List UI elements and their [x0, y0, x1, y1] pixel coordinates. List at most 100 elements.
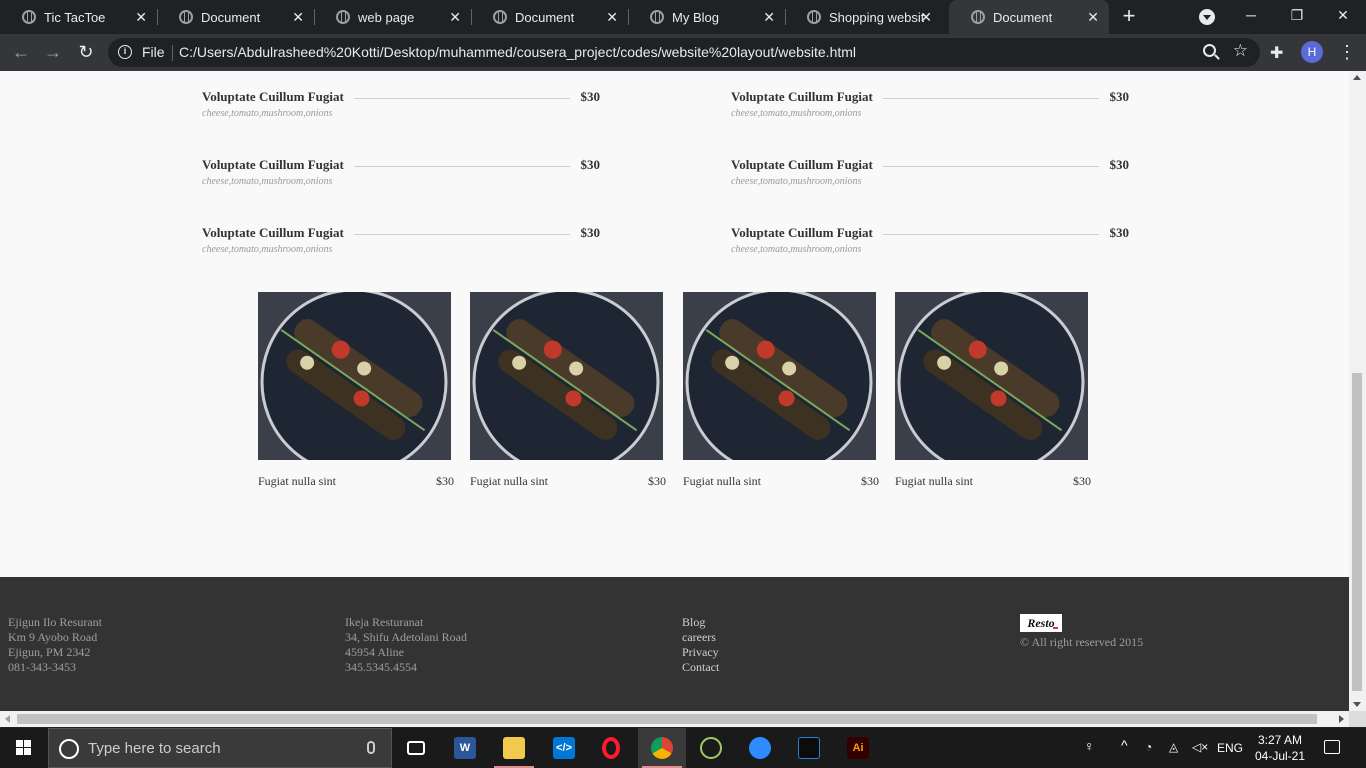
footer-line: Ikeja Resturanat [345, 615, 424, 629]
chevron-up-icon[interactable]: ^ [1121, 737, 1128, 753]
tab-web-page[interactable]: web page ✕ [314, 0, 472, 34]
tab-title: My Blog [672, 9, 719, 25]
tab-document[interactable]: Document ✕ [157, 0, 315, 34]
tab-my-blog[interactable]: My Blog ✕ [628, 0, 786, 34]
people-icon[interactable]: ♀ [1084, 738, 1095, 754]
microphone-icon[interactable] [367, 741, 375, 754]
close-icon[interactable]: ✕ [135, 9, 147, 25]
chrome-button[interactable] [638, 728, 686, 768]
wifi-off-icon[interactable]: ◬ [1169, 740, 1178, 754]
copyright-text: © All right reserved 2015 [1020, 635, 1144, 649]
vertical-scrollbar[interactable] [1349, 71, 1366, 711]
close-icon[interactable]: ✕ [606, 9, 618, 25]
menu-item-description: cheese,tomato,mushroom,onions [202, 176, 333, 187]
kebab-photo [470, 292, 663, 460]
menu-item-price: $30 [1099, 89, 1129, 105]
illustrator-button[interactable]: Ai [834, 728, 882, 768]
footer-address-1: Ejigun Ilo Resurant Km 9 Ayobo Road Ejig… [8, 615, 102, 675]
close-icon[interactable]: ✕ [449, 9, 461, 25]
scroll-left-arrow-icon[interactable] [5, 715, 10, 723]
footer-link-careers[interactable]: careers [682, 630, 719, 645]
menu-item-description: cheese,tomato,mushroom,onions [202, 244, 333, 255]
zoom-icon[interactable] [1203, 44, 1216, 57]
vscode-button[interactable]: </> [540, 728, 588, 768]
footer-link-contact[interactable]: Contact [682, 660, 719, 675]
close-icon[interactable]: ✕ [1087, 9, 1099, 25]
folder-icon [503, 737, 525, 759]
close-icon[interactable]: ✕ [920, 9, 932, 25]
tab-tic-tactoe[interactable]: Tic TacToe ✕ [0, 0, 158, 34]
footer-link-blog[interactable]: Blog [682, 615, 719, 630]
kebab-photo [683, 292, 876, 460]
clock-time: 3:27 AM [1257, 733, 1303, 747]
zoom-app-button[interactable] [736, 728, 784, 768]
footer-links: Blog careers Privacy Contact [682, 615, 719, 675]
file-explorer-button[interactable] [490, 728, 538, 768]
menu-item-name: Voluptate Cuillum Fugiat [202, 157, 354, 173]
minimize-button[interactable]: ─ [1228, 0, 1274, 32]
tab-document[interactable]: Document ✕ [471, 0, 629, 34]
back-button[interactable]: ← [8, 40, 34, 66]
menu-item-dotted-line [352, 166, 570, 167]
menu-item-dotted-line [881, 234, 1099, 235]
task-view-button[interactable] [392, 728, 440, 768]
scrollbar-thumb[interactable] [17, 714, 1317, 724]
game-bar-button[interactable] [687, 728, 735, 768]
menu-item-price: $30 [1099, 225, 1129, 241]
language-indicator[interactable]: ENG [1217, 741, 1243, 755]
scrollbar-thumb[interactable] [1352, 373, 1362, 691]
info-icon[interactable]: i [118, 45, 132, 59]
menu-item: Voluptate Cuillum Fugiat $30 cheese,toma… [731, 214, 1129, 255]
system-clock[interactable]: 3:27 AM 04-Jul-21 [1250, 732, 1310, 764]
url-text[interactable]: C:/Users/Abdulrasheed%20Kotti/Desktop/mu… [179, 44, 856, 60]
omnibox-divider [172, 45, 173, 61]
footer-line: Km 9 Ayobo Road [8, 630, 98, 644]
start-button[interactable] [0, 728, 48, 768]
footer-line: 345.5345.4554 [345, 660, 417, 674]
product-card: Fugiat nulla sint $30 [683, 292, 879, 488]
network-icon[interactable]: ◔ [1145, 740, 1152, 754]
horizontal-scrollbar[interactable] [0, 711, 1366, 727]
globe-icon [807, 10, 821, 24]
volume-muted-icon[interactable]: ◁× [1192, 740, 1208, 754]
tab-title: Shopping website [829, 9, 924, 25]
tab-search-icon[interactable] [1199, 9, 1215, 25]
reload-button[interactable]: ↻ [73, 40, 99, 66]
opera-icon [602, 737, 620, 759]
address-bar[interactable]: i File C:/Users/Abdulrasheed%20Kotti/Des… [108, 38, 1260, 67]
close-window-button[interactable]: ✕ [1320, 0, 1366, 32]
browser-menu-icon[interactable]: ⋮ [1338, 40, 1356, 64]
restore-button[interactable]: ❐ [1274, 0, 1320, 32]
profile-avatar[interactable]: H [1301, 41, 1323, 63]
menu-item-description: cheese,tomato,mushroom,onions [731, 176, 862, 187]
opera-button[interactable] [589, 728, 637, 768]
vscode-icon: </> [553, 737, 575, 759]
notification-icon[interactable] [1324, 740, 1340, 754]
extensions-puzzle-icon[interactable]: ✚ [1270, 43, 1283, 63]
scroll-down-arrow-icon[interactable] [1353, 702, 1361, 707]
word-app-button[interactable]: W [441, 728, 489, 768]
windows-logo-icon [16, 740, 32, 756]
taskbar-search-box[interactable]: Type here to search [48, 728, 392, 768]
card-name: Fugiat nulla sint [895, 474, 973, 488]
tab-document-active[interactable]: Document ✕ [949, 0, 1109, 34]
footer-link-privacy[interactable]: Privacy [682, 645, 719, 660]
card-name: Fugiat nulla sint [683, 474, 761, 488]
scroll-right-arrow-icon[interactable] [1339, 715, 1344, 723]
forward-button[interactable]: → [40, 40, 66, 66]
globe-icon [336, 10, 350, 24]
word-icon: W [454, 737, 476, 759]
bookmark-star-icon[interactable]: ☆ [1233, 41, 1248, 61]
terminal-button[interactable] [785, 728, 833, 768]
close-icon[interactable]: ✕ [292, 9, 304, 25]
page-viewport: Voluptate Cuillum Fugiat $30 cheese,toma… [0, 71, 1366, 727]
clock-date: 04-Jul-21 [1254, 749, 1306, 763]
new-tab-button[interactable]: + [1118, 5, 1140, 29]
menu-item: Voluptate Cuillum Fugiat $30 cheese,toma… [202, 214, 600, 255]
globe-icon [650, 10, 664, 24]
tab-title: Document [201, 9, 261, 25]
tab-shopping-website[interactable]: Shopping website ✕ [785, 0, 942, 34]
footer-line: Ejigun Ilo Resurant [8, 615, 102, 629]
close-icon[interactable]: ✕ [763, 9, 775, 25]
scroll-up-arrow-icon[interactable] [1353, 75, 1361, 80]
